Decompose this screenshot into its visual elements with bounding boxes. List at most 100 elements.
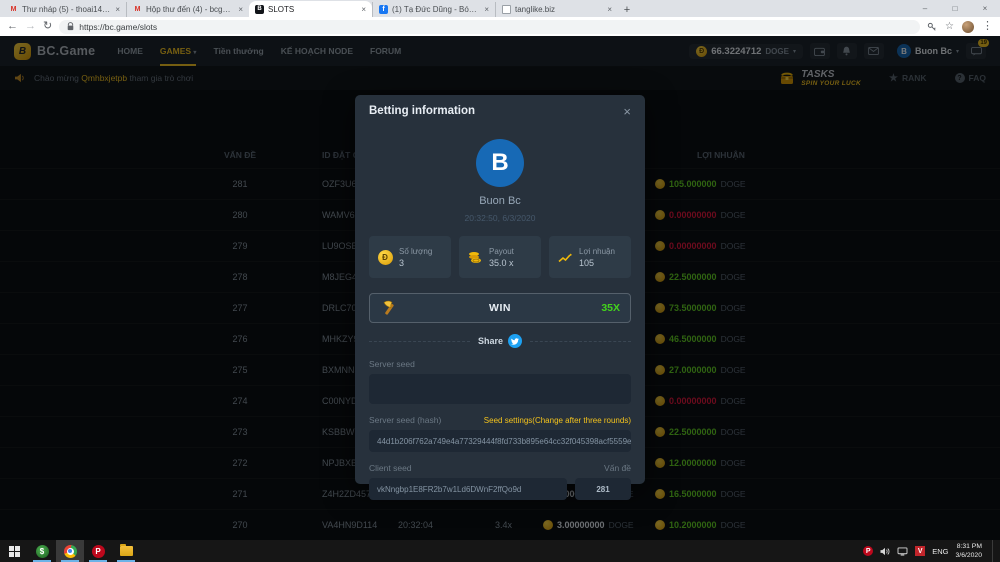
tab-tanglike[interactable]: tanglike.biz × — [495, 2, 618, 17]
stat-label: Lợi nhuận — [579, 247, 615, 256]
chrome-icon — [64, 545, 77, 558]
client-seed-field[interactable]: vkNngbp1E8FR2b7w1Ld6DWnF2ffQo9d — [369, 478, 567, 500]
url-text: https://bc.game/slots — [79, 22, 157, 32]
server-seed-hash-label: Server seed (hash) — [369, 415, 441, 425]
speaker-icon[interactable] — [880, 547, 890, 556]
client-seed-label: Client seed — [369, 463, 412, 473]
taskbar-file-explorer[interactable] — [112, 540, 140, 562]
forward-icon[interactable]: → — [25, 21, 36, 32]
url-bar[interactable]: https://bc.game/slots — [59, 20, 920, 34]
gmail-icon: M — [133, 5, 142, 14]
tab-title: (1) Tạ Đức Dũng - Bóng Thanh N — [392, 5, 480, 14]
result-multiplier: 35X — [601, 302, 620, 314]
tab-gmail-inbox[interactable]: M Hộp thư đến (4) - bcgamebound × — [126, 2, 249, 17]
page-icon — [502, 5, 511, 14]
tab-slots-active[interactable]: B SLOTS × — [249, 1, 372, 17]
client-seed-labels: Client seed Vấn đề — [369, 463, 631, 473]
stat-label: Payout — [489, 247, 514, 256]
window-close-button[interactable]: × — [970, 0, 1000, 17]
server-seed-label: Server seed — [369, 359, 631, 369]
folder-icon — [120, 546, 133, 556]
stat-profit: Lợi nhuận 105 — [549, 236, 631, 278]
maximize-button[interactable]: □ — [940, 0, 970, 17]
divider — [530, 341, 631, 342]
player-name: Buon Bc — [479, 195, 521, 207]
clock-date: 3/6/2020 — [956, 551, 982, 560]
window-controls: – □ × — [910, 0, 1000, 17]
tab-title: Thư nháp (5) - thoai14071997@ — [22, 5, 111, 14]
gmail-icon: M — [9, 5, 18, 14]
stat-value: 3 — [399, 258, 432, 268]
player-avatar: B — [476, 139, 524, 187]
stat-payout: Payout 35.0 x — [459, 236, 541, 278]
nonce-field[interactable]: 281 — [575, 478, 631, 500]
tab-close-icon[interactable]: × — [238, 5, 243, 14]
share-row: Share — [369, 334, 631, 348]
nonce-label: Vấn đề — [604, 463, 631, 473]
close-icon[interactable]: × — [623, 104, 631, 119]
tab-close-icon[interactable]: × — [361, 5, 366, 14]
tab-close-icon[interactable]: × — [115, 5, 120, 14]
browser-chrome: M Thư nháp (5) - thoai14071997@ × M Hộp … — [0, 0, 1000, 36]
tab-close-icon[interactable]: × — [484, 5, 489, 14]
tab-title: Hộp thư đến (4) - bcgamebound — [146, 5, 234, 14]
bookmark-star-icon[interactable]: ☆ — [945, 22, 954, 32]
client-seed-row: vkNngbp1E8FR2b7w1Ld6DWnF2ffQo9d 281 — [369, 478, 631, 500]
browser-profile-avatar[interactable] — [962, 21, 974, 33]
new-tab-button[interactable]: + — [618, 2, 636, 17]
tab-strip: M Thư nháp (5) - thoai14071997@ × M Hộp … — [0, 0, 1000, 17]
result-label: WIN — [370, 302, 630, 314]
modal-title: Betting information — [369, 105, 475, 117]
start-button[interactable] — [0, 540, 28, 562]
tab-gmail-drafts[interactable]: M Thư nháp (5) - thoai14071997@ × — [3, 2, 126, 17]
windows-taskbar: $ P P V ENG 8:31 PM 3/6/2020 — [0, 540, 1000, 562]
browser-toolbar: ← → ↻ https://bc.game/slots ☆ ⋮ — [0, 17, 1000, 36]
divider — [369, 341, 470, 342]
tab-facebook[interactable]: f (1) Tạ Đức Dũng - Bóng Thanh N × — [372, 2, 495, 17]
betting-information-modal: Betting information × B Buon Bc 20:32:50… — [355, 95, 645, 484]
reload-icon[interactable]: ↻ — [43, 21, 52, 32]
tab-title: SLOTS — [268, 5, 357, 14]
screen: M Thư nháp (5) - thoai14071997@ × M Hộp … — [0, 0, 1000, 562]
server-seed-field[interactable] — [369, 374, 631, 404]
share-label: Share — [478, 336, 503, 346]
language-indicator[interactable]: ENG — [932, 547, 948, 556]
tray-p-icon[interactable]: P — [863, 546, 873, 556]
bcgame-page: B BC.Game HOME GAMES ▾ Tiền thưởng KẾ HO… — [0, 36, 1000, 540]
player-profile: B Buon Bc 20:32:50, 6/3/2020 — [369, 139, 631, 223]
money-app-icon: $ — [36, 545, 49, 558]
stat-value: 105 — [579, 258, 615, 268]
key-icon[interactable] — [927, 22, 937, 32]
show-desktop-button[interactable] — [992, 540, 996, 562]
taskbar-p-app[interactable]: P — [84, 540, 112, 562]
bet-timestamp: 20:32:50, 6/3/2020 — [465, 213, 536, 223]
taskbar-clock[interactable]: 8:31 PM 3/6/2020 — [956, 542, 982, 560]
taskbar-chrome[interactable] — [56, 540, 84, 562]
back-icon[interactable]: ← — [7, 21, 18, 32]
system-tray: P V ENG 8:31 PM 3/6/2020 — [863, 540, 1000, 562]
stat-label: Số lượng — [399, 247, 432, 256]
trend-up-icon — [557, 252, 573, 263]
bet-stats: Ð Số lượng 3 Payout 35.0 x — [369, 236, 631, 278]
stat-amount: Ð Số lượng 3 — [369, 236, 451, 278]
stat-value: 35.0 x — [489, 258, 514, 268]
twitter-share-button[interactable] — [508, 334, 522, 348]
p-app-icon: P — [92, 545, 105, 558]
toolbar-icons: ☆ ⋮ — [927, 21, 993, 33]
win-result-banner: WIN 35X — [369, 293, 631, 323]
clock-time: 8:31 PM — [956, 542, 982, 551]
lock-icon — [67, 22, 74, 31]
taskbar-money-app[interactable]: $ — [28, 540, 56, 562]
v-app-icon[interactable]: V — [915, 546, 925, 556]
network-icon[interactable] — [897, 547, 908, 556]
tab-close-icon[interactable]: × — [607, 5, 612, 14]
tab-title: tanglike.biz — [515, 5, 603, 14]
server-seed-hash-row: Server seed (hash) Seed settings(Change … — [369, 415, 631, 425]
seed-settings-link[interactable]: Seed settings(Change after three rounds) — [484, 416, 631, 425]
browser-menu-icon[interactable]: ⋮ — [982, 21, 993, 32]
coin-icon: Ð — [378, 250, 393, 265]
server-seed-hash-field[interactable]: 44d1b206f762a749e4a77329444f8fd733b895e6… — [369, 430, 631, 452]
minimize-button[interactable]: – — [910, 0, 940, 17]
bcgame-favicon-icon: B — [255, 5, 264, 14]
modal-header: Betting information × — [369, 95, 631, 127]
